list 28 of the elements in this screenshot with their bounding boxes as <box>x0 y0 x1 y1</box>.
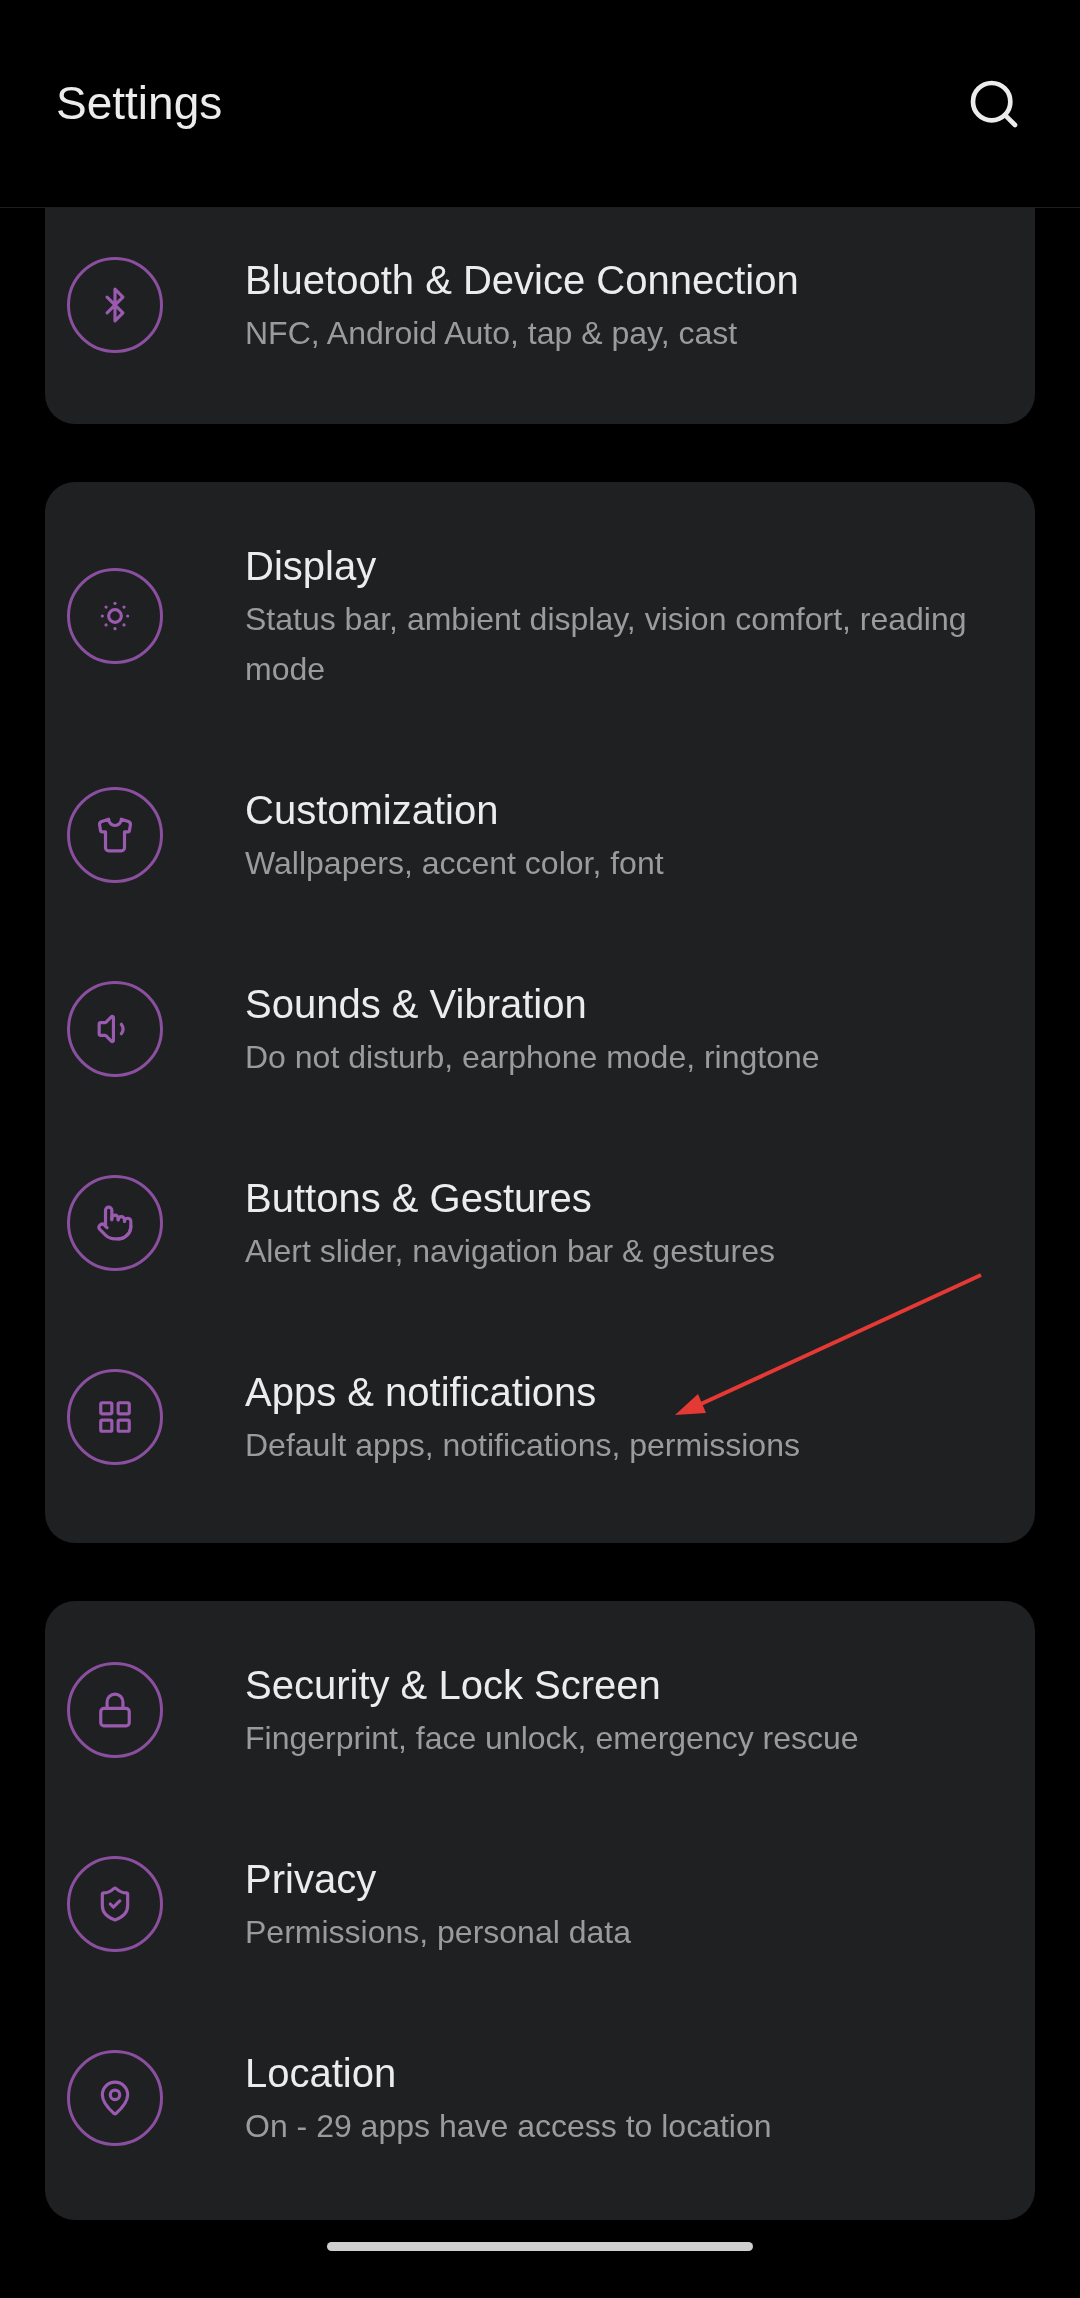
item-subtitle: Default apps, notifications, permissions <box>245 1426 800 1465</box>
item-title[interactable]: Privacy <box>245 1851 631 1907</box>
item-subtitle: Do not disturb, earphone mode, ringtone <box>245 1038 820 1077</box>
page-title: Settings <box>56 76 223 131</box>
item-subtitle: Fingerprint, face unlock, emergency rescue <box>245 1719 859 1758</box>
map-pin-icon <box>67 2050 163 2146</box>
item-subtitle: Status bar, ambient display, vision comfort, reading mode <box>245 600 968 689</box>
shirt-icon <box>67 787 163 883</box>
item-title[interactable]: Sounds & Vibration <box>245 976 820 1032</box>
item-title[interactable]: Apps & notifications <box>245 1364 800 1420</box>
item-subtitle: Wallpapers, accent color, font <box>245 844 664 883</box>
bluetooth-icon <box>67 257 163 353</box>
item-title[interactable]: Buttons & Gestures <box>245 1170 776 1226</box>
item-title[interactable]: Location <box>245 2045 772 2101</box>
item-subtitle: NFC, Android Auto, tap & pay, cast <box>245 314 739 353</box>
pointer-hand-icon <box>67 1175 163 1271</box>
lock-icon <box>67 1662 163 1758</box>
item-subtitle: Alert slider, navigation bar & gestures <box>245 1232 776 1271</box>
grid-icon <box>67 1369 163 1465</box>
item-title[interactable]: Customization <box>245 782 664 838</box>
item-title[interactable]: Bluetooth & Device Connection <box>245 252 799 308</box>
item-title[interactable]: Security & Lock Screen <box>245 1657 859 1713</box>
item-subtitle: Permissions, personal data <box>245 1913 631 1952</box>
speaker-icon <box>67 981 163 1077</box>
item-title[interactable]: Display <box>245 538 983 594</box>
shield-icon <box>67 1856 163 1952</box>
item-subtitle: On - 29 apps have access to location <box>245 2107 772 2146</box>
brightness-icon <box>67 568 163 664</box>
